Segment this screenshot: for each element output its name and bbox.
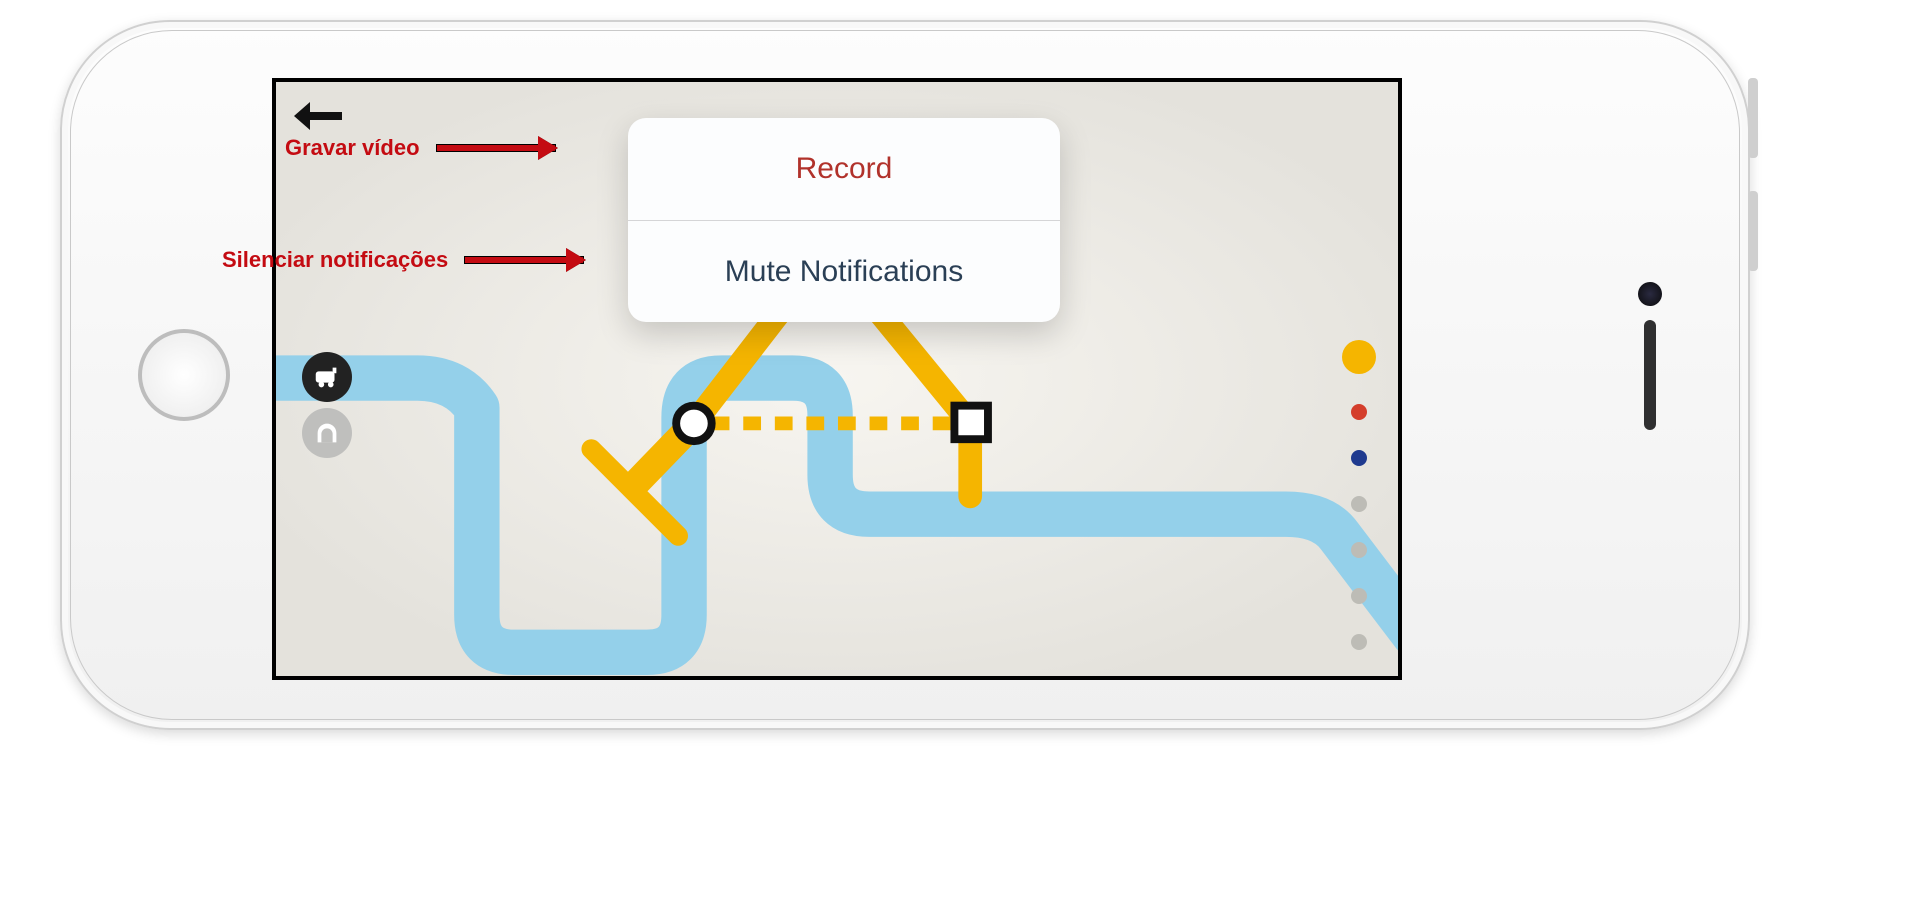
volume-up-button[interactable] xyxy=(1748,78,1758,158)
record-button[interactable]: Record xyxy=(628,118,1060,220)
annotation-mute: Silenciar notificações xyxy=(222,247,584,273)
palette-slot-empty[interactable] xyxy=(1351,634,1367,650)
earpiece xyxy=(1644,320,1656,430)
palette-blue[interactable] xyxy=(1351,450,1367,466)
train-icon xyxy=(312,362,342,392)
station-circle xyxy=(676,406,712,442)
palette-slot-empty[interactable] xyxy=(1351,496,1367,512)
home-button[interactable] xyxy=(138,329,230,421)
action-sheet: Record Mute Notifications xyxy=(628,118,1060,322)
palette-red[interactable] xyxy=(1351,404,1367,420)
station-square xyxy=(954,406,988,440)
mute-notifications-button[interactable]: Mute Notifications xyxy=(628,220,1060,322)
arrow-right-icon xyxy=(464,256,584,264)
tunnel-token[interactable] xyxy=(302,408,352,458)
line-color-palette xyxy=(1342,340,1376,650)
screen: Record Mute Notifications xyxy=(272,78,1402,680)
arrow-left-icon xyxy=(292,96,344,136)
front-camera xyxy=(1638,282,1662,306)
annotation-mute-label: Silenciar notificações xyxy=(222,247,448,273)
tunnel-icon xyxy=(312,418,342,448)
palette-slot-empty[interactable] xyxy=(1351,588,1367,604)
phone-frame: Record Mute Notifications xyxy=(60,20,1750,730)
back-button[interactable] xyxy=(292,96,344,136)
palette-yellow[interactable] xyxy=(1342,340,1376,374)
volume-down-button[interactable] xyxy=(1748,191,1758,271)
palette-slot-empty[interactable] xyxy=(1351,542,1367,558)
annotation-record: Gravar vídeo xyxy=(285,135,556,161)
train-token[interactable] xyxy=(302,352,352,402)
annotation-record-label: Gravar vídeo xyxy=(285,135,420,161)
arrow-right-icon xyxy=(436,144,556,152)
